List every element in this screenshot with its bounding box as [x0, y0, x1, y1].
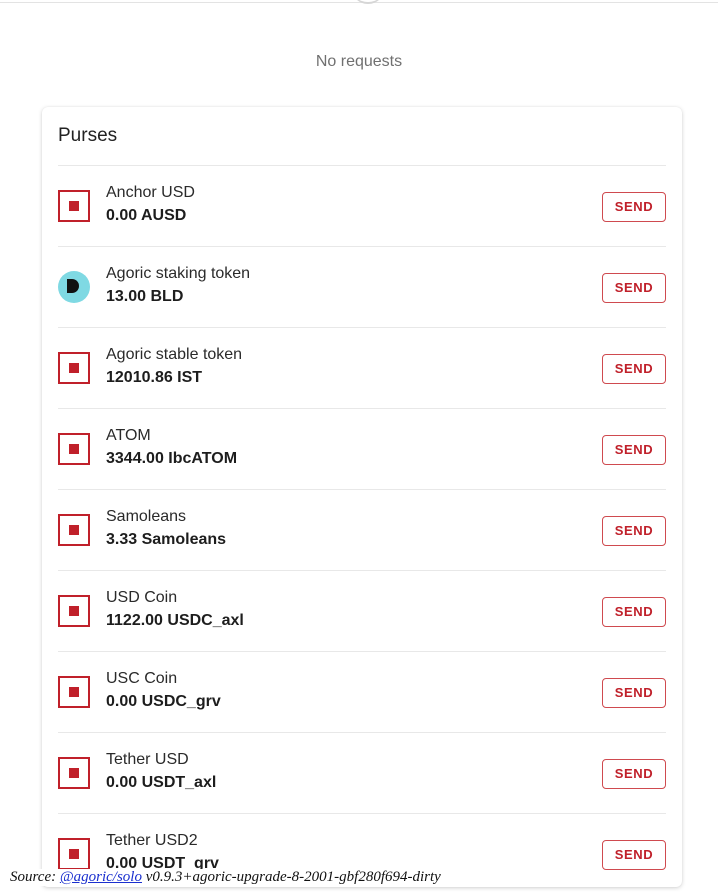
- purse-name: Agoric stable token: [106, 346, 243, 363]
- purse-row: USD Coin 1122.00 USDC_axl SEND: [58, 571, 666, 652]
- send-button[interactable]: SEND: [602, 435, 666, 465]
- square-icon: [58, 514, 90, 546]
- purse-balance: 3.33 Samoleans: [106, 531, 227, 548]
- purse-row: Samoleans 3.33 Samoleans SEND: [58, 490, 666, 571]
- send-button[interactable]: SEND: [602, 516, 666, 546]
- square-icon: [58, 352, 90, 384]
- purses-title: Purses: [58, 125, 118, 146]
- purse-row: Tether USD 0.00 USDT_axl SEND: [58, 733, 666, 814]
- source-footer: Source: @agoric/solo v0.9.3+agoric-upgra…: [10, 869, 441, 886]
- send-button[interactable]: SEND: [602, 354, 666, 384]
- purse-balance: 12010.86 IST: [106, 369, 203, 386]
- send-button[interactable]: SEND: [602, 273, 666, 303]
- purse-row: ATOM 3344.00 IbcATOM SEND: [58, 409, 666, 490]
- purse-name: Agoric staking token: [106, 265, 251, 282]
- purse-row: Anchor USD 0.00 AUSD SEND: [58, 166, 666, 247]
- purse-balance: 0.00 AUSD: [106, 207, 187, 224]
- purse-balance: 1122.00 USDC_axl: [106, 612, 244, 629]
- square-icon: [58, 433, 90, 465]
- send-button[interactable]: SEND: [602, 678, 666, 708]
- send-button[interactable]: SEND: [602, 759, 666, 789]
- send-button[interactable]: SEND: [602, 840, 666, 870]
- square-icon: [58, 757, 90, 789]
- square-icon: [58, 838, 90, 870]
- source-prefix: Source:: [10, 869, 60, 885]
- purse-list: Anchor USD 0.00 AUSD SEND Agoric staking…: [58, 166, 666, 887]
- purse-name: Anchor USD: [106, 184, 195, 201]
- no-requests-message: No requests: [315, 53, 403, 70]
- square-icon: [58, 595, 90, 627]
- purse-row: Agoric staking token 13.00 BLD SEND: [58, 247, 666, 328]
- purse-balance: 0.00 USDC_grv: [106, 693, 221, 710]
- purse-balance: 3344.00 IbcATOM: [106, 450, 238, 467]
- purse-name: Tether USD2: [106, 832, 198, 849]
- purse-name: Tether USD: [106, 751, 189, 768]
- purse-name: USC Coin: [106, 670, 178, 687]
- purse-name: USD Coin: [106, 589, 178, 606]
- square-icon: [58, 190, 90, 222]
- bld-logo-icon: [58, 271, 90, 303]
- send-button[interactable]: SEND: [602, 597, 666, 627]
- source-version: v0.9.3+agoric-upgrade-8-2001-gbf280f694-…: [141, 869, 441, 885]
- purse-row: Agoric stable token 12010.86 IST SEND: [58, 328, 666, 409]
- purse-name: ATOM: [106, 427, 151, 444]
- square-icon: [58, 676, 90, 708]
- purses-card: Purses Anchor USD 0.00 AUSD SEND Agoric …: [42, 107, 682, 887]
- purse-balance: 13.00 BLD: [106, 288, 184, 305]
- send-button[interactable]: SEND: [602, 192, 666, 222]
- top-divider: [0, 2, 718, 3]
- purse-name: Samoleans: [106, 508, 187, 525]
- purse-row: USC Coin 0.00 USDC_grv SEND: [58, 652, 666, 733]
- source-package-link[interactable]: @agoric/solo: [60, 869, 142, 885]
- purse-balance: 0.00 USDT_axl: [106, 774, 217, 791]
